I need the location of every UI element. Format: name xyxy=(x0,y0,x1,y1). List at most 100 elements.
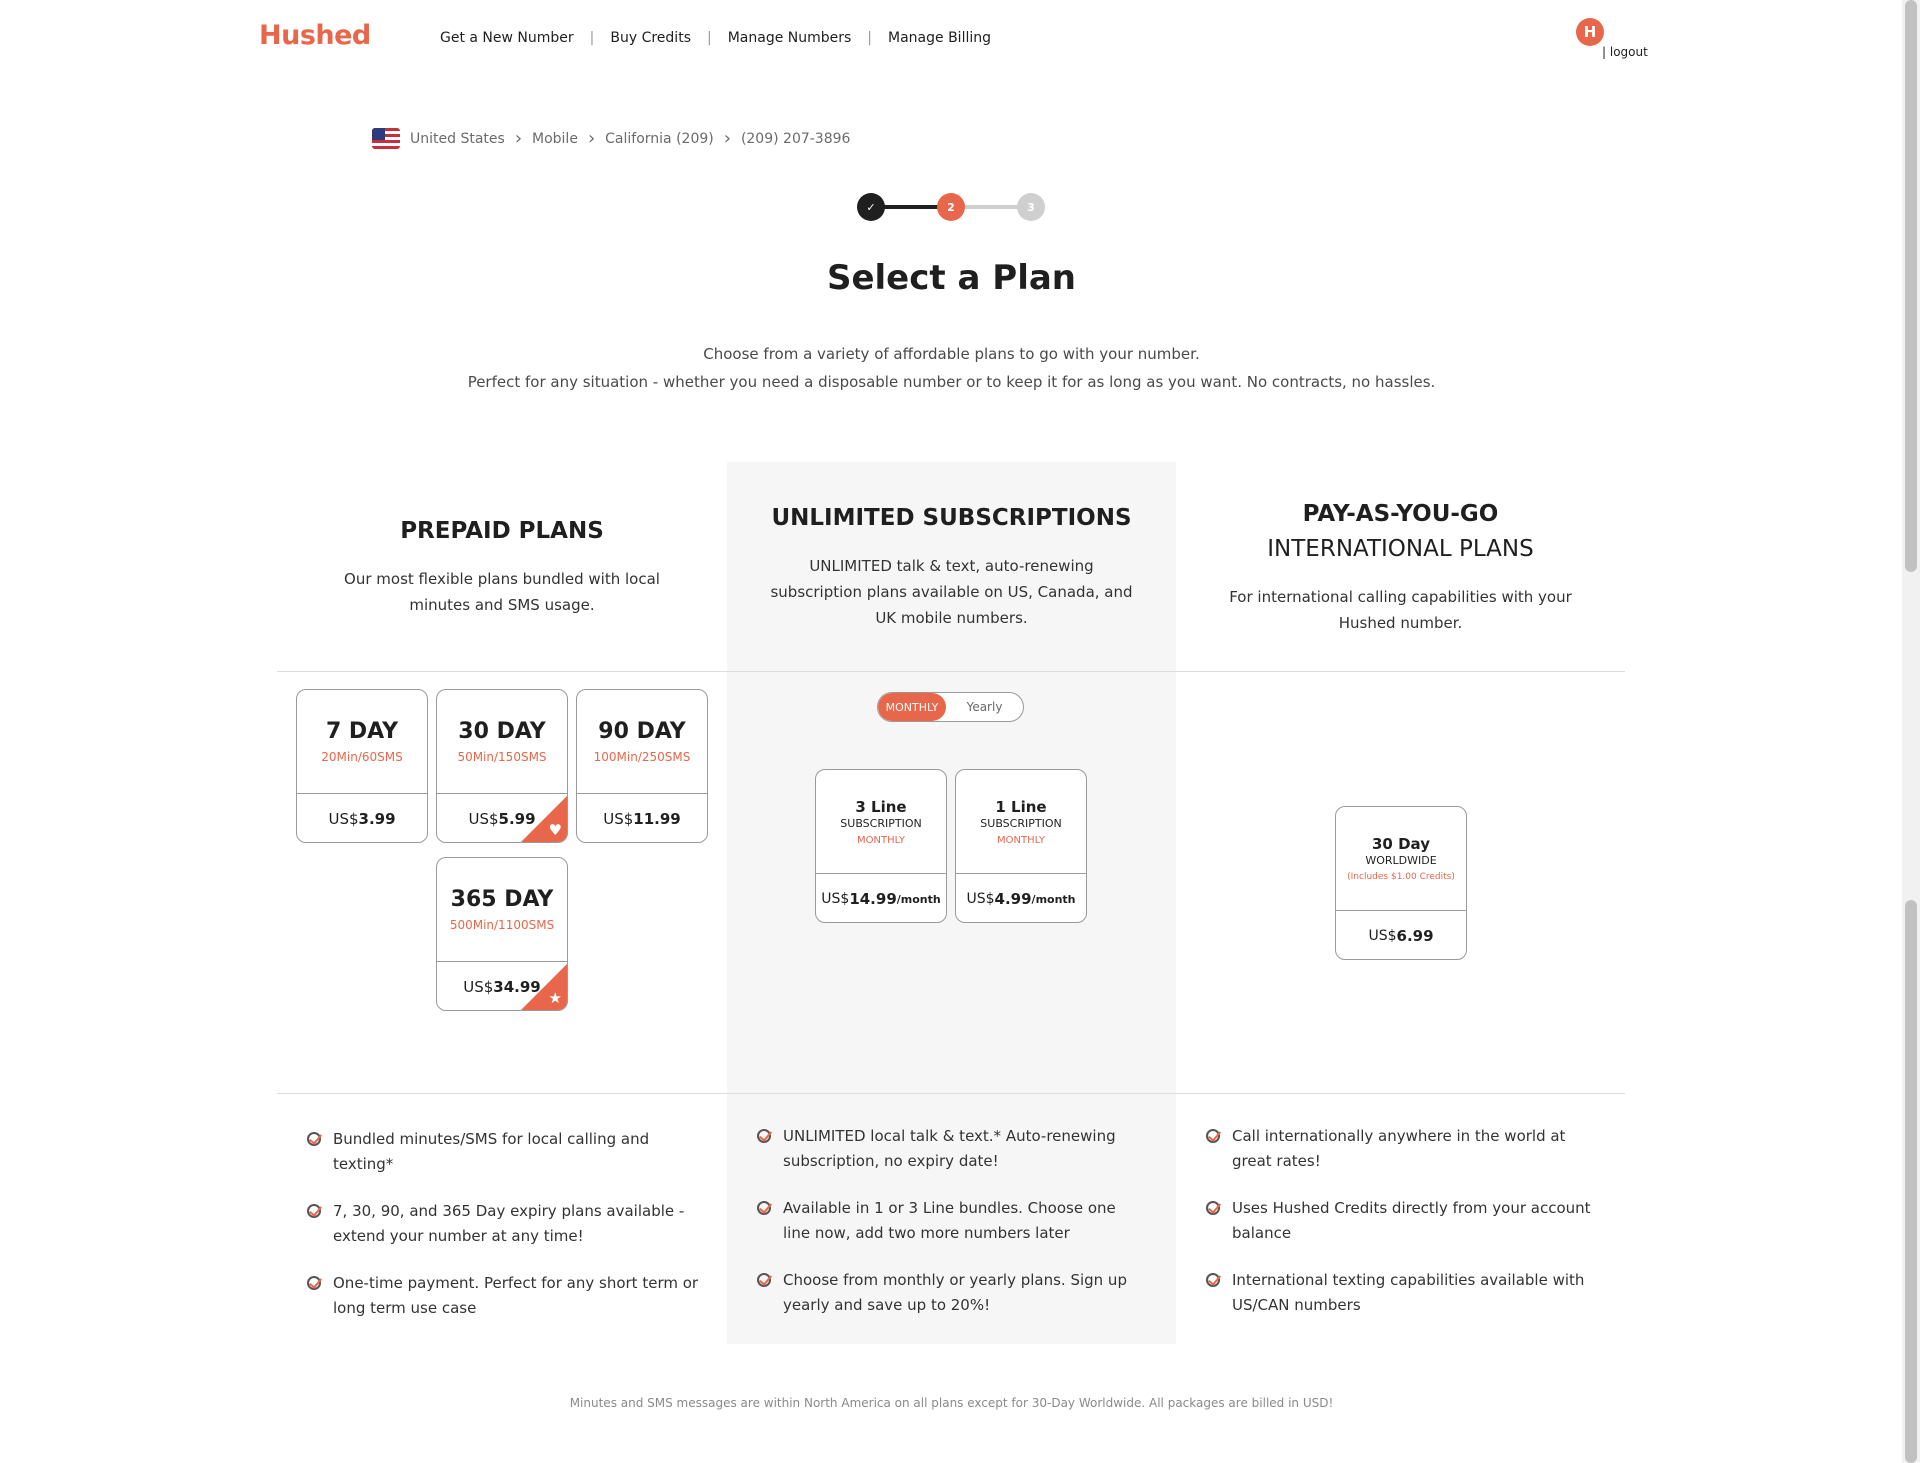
plan-type: WORLDWIDE xyxy=(1365,854,1437,867)
check-circle-icon xyxy=(757,1201,771,1215)
nav-manage-billing[interactable]: Manage Billing xyxy=(888,30,991,46)
price-currency: US$ xyxy=(603,810,634,828)
plan-price: US$ 11.99 xyxy=(577,794,707,842)
plan-name: 365 DAY xyxy=(450,887,554,912)
plan-name: 3 Line xyxy=(855,797,907,816)
progress-stepper: ✓ 2 3 xyxy=(857,193,1047,221)
step-1-complete-check-icon[interactable]: ✓ xyxy=(857,193,885,221)
check-circle-icon xyxy=(307,1204,321,1218)
plan-card-30-day[interactable]: 30 DAY 50Min/150SMS US$ 5.99 ♥ xyxy=(436,689,568,843)
plan-name: 90 DAY xyxy=(598,719,686,744)
unlimited-description: UNLIMITED talk & text, auto-renewing sub… xyxy=(770,557,1133,627)
list-item: One-time payment. Perfect for any short … xyxy=(307,1271,707,1321)
main-nav: Get a New Number | Buy Credits | Manage … xyxy=(440,30,991,46)
plan-usage: 50Min/150SMS xyxy=(457,750,547,764)
plan-card-header: 30 DAY 50Min/150SMS xyxy=(437,690,567,794)
breadcrumb-type[interactable]: Mobile xyxy=(532,131,578,147)
plan-name: 30 Day xyxy=(1372,835,1430,853)
avatar-badge[interactable]: H xyxy=(1576,18,1604,46)
price-currency: US$ xyxy=(966,891,995,907)
billing-period-toggle[interactable]: MONTHLY Yearly xyxy=(877,692,1024,722)
prepaid-description: Our most flexible plans bundled with loc… xyxy=(344,570,660,614)
price-amount: 4.99 xyxy=(994,890,1032,908)
payg-feature-list: Call internationally anywhere in the wor… xyxy=(1206,1124,1606,1340)
plan-card-header: 90 DAY 100Min/250SMS xyxy=(577,690,707,794)
price-currency: US$ xyxy=(468,810,499,828)
breadcrumb-region[interactable]: California (209) xyxy=(605,131,714,147)
plan-card-header: 30 Day WORLDWIDE (Includes $1.00 Credits… xyxy=(1336,807,1466,911)
plan-type: SUBSCRIPTION xyxy=(980,816,1062,830)
feature-text: 7, 30, 90, and 365 Day expiry plans avai… xyxy=(333,1202,685,1245)
plan-period: MONTHLY xyxy=(997,834,1045,846)
divider xyxy=(277,1093,1625,1094)
avatar[interactable]: H xyxy=(1576,18,1604,46)
feature-text: UNLIMITED local talk & text.* Auto-renew… xyxy=(783,1127,1116,1170)
plan-card-365-day[interactable]: 365 DAY 500Min/1100SMS US$ 34.99 ★ xyxy=(436,857,568,1011)
plan-price: US$ 4.99 /month xyxy=(956,874,1086,922)
check-circle-icon xyxy=(1206,1201,1220,1215)
list-item: International texting capabilities avail… xyxy=(1206,1268,1606,1318)
price-amount: 6.99 xyxy=(1396,927,1434,945)
plan-usage: 500Min/1100SMS xyxy=(449,918,555,932)
payg-subtitle: INTERNATIONAL PLANS xyxy=(1267,536,1534,562)
breadcrumb-country[interactable]: United States xyxy=(410,131,505,147)
plan-usage: 100Min/250SMS xyxy=(593,750,691,764)
plan-card-header: 3 Line SUBSCRIPTION MONTHLY xyxy=(816,770,946,874)
feature-text: Bundled minutes/SMS for local calling an… xyxy=(333,1130,650,1173)
feature-text: Choose from monthly or yearly plans. Sig… xyxy=(783,1271,1127,1314)
price-suffix: /month xyxy=(1031,892,1076,906)
feature-text: Uses Hushed Credits directly from your a… xyxy=(1232,1199,1591,1242)
toggle-monthly[interactable]: MONTHLY xyxy=(878,693,946,721)
toggle-yearly[interactable]: Yearly xyxy=(946,700,1023,714)
intro-line-2: Perfect for any situation - whether you … xyxy=(467,373,1436,391)
list-item: Call internationally anywhere in the wor… xyxy=(1206,1124,1606,1174)
check-circle-icon xyxy=(757,1273,771,1287)
list-item: Available in 1 or 3 Line bundles. Choose… xyxy=(757,1196,1132,1246)
logout-link[interactable]: | logout xyxy=(1602,45,1648,59)
check-circle-icon xyxy=(757,1129,771,1143)
plan-card-3-line[interactable]: 3 Line SUBSCRIPTION MONTHLY US$ 14.99 /mo… xyxy=(815,769,947,923)
scrollbar-thumb[interactable] xyxy=(1905,0,1917,572)
nav-separator: | xyxy=(706,30,712,46)
nav-buy-credits[interactable]: Buy Credits xyxy=(610,30,691,46)
chevron-right-icon: › xyxy=(514,127,523,149)
list-item: Bundled minutes/SMS for local calling an… xyxy=(307,1127,707,1177)
unlimited-feature-list: UNLIMITED local talk & text.* Auto-renew… xyxy=(757,1124,1132,1340)
nav-get-new-number[interactable]: Get a New Number xyxy=(440,30,574,46)
nav-separator: | xyxy=(589,30,595,46)
price-amount: 14.99 xyxy=(849,890,897,908)
step-2-current: 2 xyxy=(937,193,965,221)
nav-manage-numbers[interactable]: Manage Numbers xyxy=(728,30,852,46)
plan-name: 7 DAY xyxy=(325,719,399,744)
feature-text: Call internationally anywhere in the wor… xyxy=(1232,1127,1566,1170)
price-currency: US$ xyxy=(328,810,359,828)
plan-card-30-day-worldwide[interactable]: 30 Day WORLDWIDE (Includes $1.00 Credits… xyxy=(1335,806,1467,960)
scrollbar-thumb-secondary[interactable] xyxy=(1905,900,1917,1463)
plan-price: US$ 6.99 xyxy=(1336,911,1466,959)
feature-text: One-time payment. Perfect for any short … xyxy=(333,1274,699,1317)
step-3-pending: 3 xyxy=(1017,193,1045,221)
price-amount: 11.99 xyxy=(633,810,681,828)
footnote: Minutes and SMS messages are within Nort… xyxy=(569,1396,1334,1410)
unlimited-title: UNLIMITED SUBSCRIPTIONS xyxy=(771,505,1132,531)
nav-separator: | xyxy=(867,30,873,46)
breadcrumb-number: (209) 207-3896 xyxy=(740,130,851,147)
plan-card-90-day[interactable]: 90 DAY 100Min/250SMS US$ 11.99 xyxy=(576,689,708,843)
plan-credits-note: (Includes $1.00 Credits) xyxy=(1347,872,1455,882)
plan-card-header: 365 DAY 500Min/1100SMS xyxy=(437,858,567,962)
divider xyxy=(277,671,1625,672)
price-suffix: /month xyxy=(896,892,941,906)
check-circle-icon xyxy=(307,1276,321,1290)
plan-card-header: 1 Line SUBSCRIPTION MONTHLY xyxy=(956,770,1086,874)
heart-icon: ♥ xyxy=(548,821,562,839)
list-item: Uses Hushed Credits directly from your a… xyxy=(1206,1196,1606,1246)
plan-period: MONTHLY xyxy=(857,834,905,846)
page-scrollbar[interactable] xyxy=(1902,0,1920,1463)
plan-usage: 20Min/60SMS xyxy=(321,750,403,764)
price-currency: US$ xyxy=(821,891,850,907)
list-item: Choose from monthly or yearly plans. Sig… xyxy=(757,1268,1132,1318)
hushed-logo[interactable]: Hushed xyxy=(259,20,371,51)
plan-card-1-line[interactable]: 1 Line SUBSCRIPTION MONTHLY US$ 4.99 /mon… xyxy=(955,769,1087,923)
plan-name: 30 DAY xyxy=(458,719,546,744)
plan-card-7-day[interactable]: 7 DAY 20Min/60SMS US$ 3.99 xyxy=(296,689,428,843)
